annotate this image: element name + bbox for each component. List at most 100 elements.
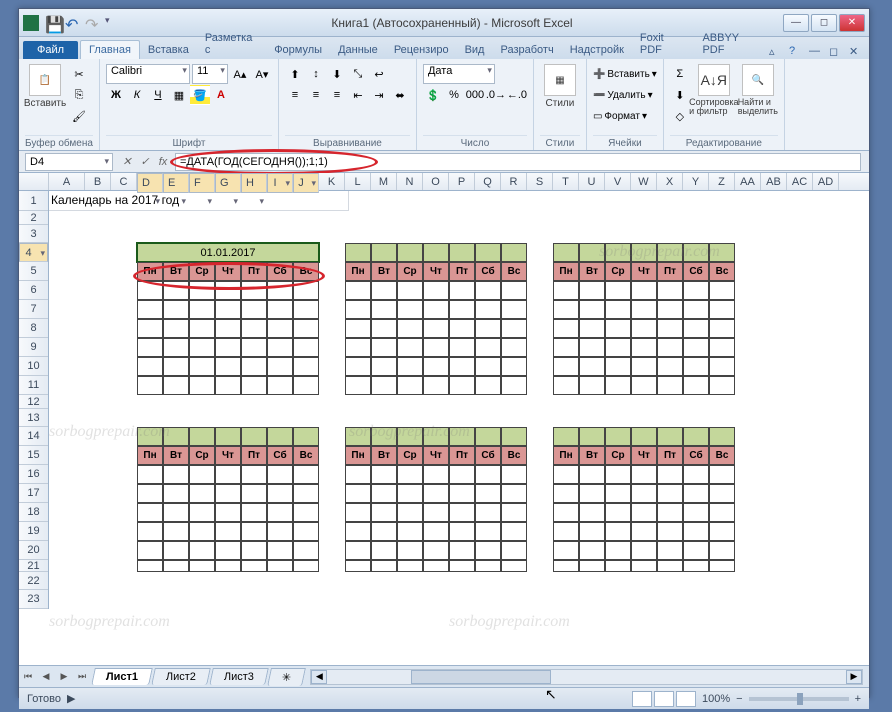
calendar-cell[interactable]	[137, 465, 163, 484]
calendar-cell[interactable]	[449, 319, 475, 338]
calendar-cell[interactable]	[241, 338, 267, 357]
calendar-cell[interactable]	[163, 465, 189, 484]
calendar-cell[interactable]	[631, 541, 657, 560]
calendar-cell[interactable]	[423, 338, 449, 357]
calendar-cell[interactable]	[683, 522, 709, 541]
calendar-cell[interactable]	[553, 503, 579, 522]
minimize-button[interactable]: —	[783, 14, 809, 32]
col-header-AA[interactable]: AA	[735, 173, 761, 190]
calendar-cell[interactable]	[605, 357, 631, 376]
sheet-nav-prev[interactable]: ◀	[37, 668, 55, 686]
calendar-cell[interactable]	[423, 281, 449, 300]
font-name-select[interactable]: Calibri	[106, 64, 190, 84]
calendar-cell[interactable]	[345, 338, 371, 357]
calendar-cell[interactable]	[423, 300, 449, 319]
calendar-cell[interactable]	[475, 465, 501, 484]
percent-icon[interactable]: %	[444, 85, 464, 105]
calendar-cell[interactable]	[631, 465, 657, 484]
calendar-cell[interactable]	[553, 484, 579, 503]
row-header-20[interactable]: 20	[19, 541, 48, 560]
zoom-thumb[interactable]	[797, 693, 803, 705]
row-header-18[interactable]: 18	[19, 503, 48, 522]
calendar-cell[interactable]	[137, 541, 163, 560]
align-top-icon[interactable]: ⬆	[285, 64, 305, 84]
calendar-cell[interactable]	[553, 522, 579, 541]
calendar-cell[interactable]	[475, 484, 501, 503]
calendar-cell[interactable]	[579, 376, 605, 395]
calendar-cell[interactable]	[475, 281, 501, 300]
calendar-cell[interactable]	[163, 503, 189, 522]
formula-bar[interactable]: =ДАТА(ГОД(СЕГОДНЯ());1;1)	[175, 153, 861, 171]
col-header-I[interactable]: I	[267, 173, 293, 193]
calendar-cell[interactable]	[553, 560, 579, 572]
calendar-cell[interactable]	[449, 338, 475, 357]
calendar-cell[interactable]	[293, 522, 319, 541]
calendar-cell[interactable]	[241, 484, 267, 503]
calendar-cell[interactable]	[397, 560, 423, 572]
grow-font-icon[interactable]: A▴	[230, 64, 250, 84]
view-break-button[interactable]	[676, 691, 696, 707]
calendar-cell[interactable]	[267, 376, 293, 395]
calendar-cell[interactable]	[631, 319, 657, 338]
calendar-cell[interactable]	[215, 503, 241, 522]
calendar-cell[interactable]	[371, 541, 397, 560]
calendar-title-cell[interactable]: Календарь на 2017 год	[49, 191, 349, 211]
new-sheet-button[interactable]: ✳	[267, 668, 306, 686]
calendar-cell[interactable]	[241, 281, 267, 300]
calendar-cell[interactable]	[683, 319, 709, 338]
calendar-cell[interactable]	[553, 465, 579, 484]
calendar-cell[interactable]	[267, 281, 293, 300]
minimize-ribbon-icon[interactable]: ▵	[769, 45, 783, 59]
calendar-cell[interactable]	[631, 338, 657, 357]
calendar-cell[interactable]	[397, 281, 423, 300]
calendar-cell[interactable]	[423, 484, 449, 503]
calendar-cell[interactable]	[449, 465, 475, 484]
calendar-cell[interactable]	[241, 376, 267, 395]
calendar-cell[interactable]	[553, 357, 579, 376]
calendar-cell[interactable]	[189, 484, 215, 503]
tab-addins[interactable]: Надстройк	[562, 41, 632, 59]
calendar-cell[interactable]	[553, 376, 579, 395]
calendar-cell[interactable]	[215, 281, 241, 300]
calendar-cell[interactable]	[345, 522, 371, 541]
calendar-cell[interactable]	[657, 522, 683, 541]
tab-insert[interactable]: Вставка	[140, 41, 197, 59]
col-header-S[interactable]: S	[527, 173, 553, 190]
calendar-cell[interactable]	[241, 300, 267, 319]
calendar-cell[interactable]	[189, 319, 215, 338]
cancel-formula-icon[interactable]: ✕	[119, 154, 135, 170]
row-header-16[interactable]: 16	[19, 465, 48, 484]
calendar-cell[interactable]	[501, 560, 527, 572]
calendar-cell[interactable]	[345, 541, 371, 560]
calendar-cell[interactable]	[605, 465, 631, 484]
month-header-cell[interactable]: 01.01.2017	[137, 243, 319, 262]
increase-indent-icon[interactable]: ⇥	[369, 85, 389, 105]
calendar-cell[interactable]	[267, 503, 293, 522]
calendar-cell[interactable]	[657, 281, 683, 300]
calendar-cell[interactable]	[267, 541, 293, 560]
row-header-19[interactable]: 19	[19, 522, 48, 541]
align-bottom-icon[interactable]: ⬇	[327, 64, 347, 84]
calendar-cell[interactable]	[605, 560, 631, 572]
col-header-W[interactable]: W	[631, 173, 657, 190]
calendar-cell[interactable]	[345, 319, 371, 338]
underline-icon[interactable]: Ч	[148, 85, 168, 105]
calendar-cell[interactable]	[709, 522, 735, 541]
decrease-indent-icon[interactable]: ⇤	[348, 85, 368, 105]
calendar-cell[interactable]	[189, 541, 215, 560]
calendar-cell[interactable]	[163, 281, 189, 300]
calendar-cell[interactable]	[293, 376, 319, 395]
tab-abbyy[interactable]: ABBYY PDF	[694, 29, 769, 59]
undo-icon[interactable]: ↶	[65, 15, 81, 31]
calendar-cell[interactable]	[371, 465, 397, 484]
calendar-cell[interactable]	[579, 484, 605, 503]
calendar-cell[interactable]	[449, 541, 475, 560]
file-tab[interactable]: Файл	[23, 41, 78, 59]
calendar-cell[interactable]	[475, 376, 501, 395]
calendar-cell[interactable]	[163, 300, 189, 319]
calendar-cell[interactable]	[189, 376, 215, 395]
row-header-23[interactable]: 23	[19, 590, 48, 609]
calendar-cell[interactable]	[475, 560, 501, 572]
calendar-cell[interactable]	[423, 560, 449, 572]
view-normal-button[interactable]	[632, 691, 652, 707]
